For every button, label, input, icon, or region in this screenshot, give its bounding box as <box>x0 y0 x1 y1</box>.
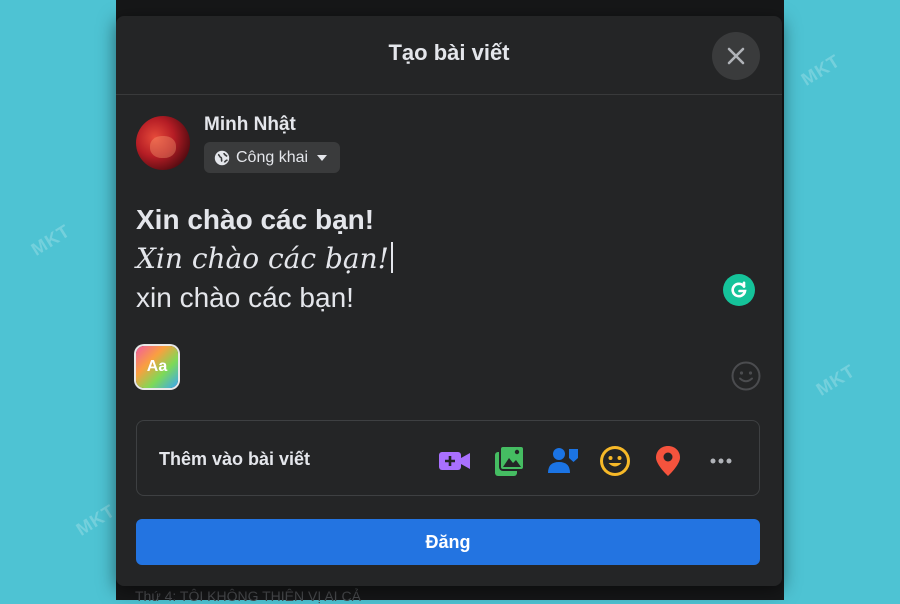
photo-icon[interactable] <box>491 443 527 479</box>
background-post-text: Thứ 4: TÔI KHÔNG THIÊN VỊ AI CẢ <box>135 588 361 604</box>
avatar[interactable] <box>136 116 190 170</box>
watermark: MKT <box>797 50 844 90</box>
emoji-picker-icon[interactable] <box>730 360 762 397</box>
tag-people-icon[interactable] <box>545 443 581 479</box>
caret-down-icon <box>316 154 328 162</box>
feeling-icon[interactable] <box>597 443 633 479</box>
user-name[interactable]: Minh Nhật <box>204 114 296 136</box>
watermark: MKT <box>812 360 859 400</box>
text-style-label: Aa <box>146 358 168 375</box>
privacy-label: Công khai <box>236 148 309 166</box>
video-camera-icon[interactable] <box>437 443 473 479</box>
location-pin-icon[interactable] <box>650 443 686 479</box>
post-line-italic: Xin chào các bạn! <box>136 239 722 278</box>
text-cursor <box>390 242 393 273</box>
close-button[interactable] <box>712 32 760 80</box>
dialog-title: Tạo bài viết <box>388 40 510 65</box>
post-line-regular: xin chào các bạn! <box>136 282 354 313</box>
post-text-input[interactable]: Xin chào các bạn! Xin chào các bạn! xin … <box>136 200 722 317</box>
create-post-dialog: Tạo bài viết Minh Nhật Công khai Xin chà… <box>116 16 782 586</box>
dialog-header: Tạo bài viết <box>116 16 782 95</box>
post-line-italic-text: Xin chào các bạn! <box>136 242 389 275</box>
add-to-post-bar: Thêm vào bài viết <box>136 420 760 496</box>
watermark: MKT <box>72 500 119 540</box>
globe-icon <box>214 150 230 166</box>
grammarly-icon[interactable] <box>723 274 755 306</box>
more-options-icon[interactable] <box>703 443 739 479</box>
privacy-selector-button[interactable]: Công khai <box>204 142 341 173</box>
post-line-bold: Xin chào các bạn! <box>136 204 375 235</box>
close-icon <box>727 47 745 65</box>
watermark: MKT <box>27 220 74 260</box>
add-to-post-label: Thêm vào bài viết <box>159 449 311 469</box>
text-style-button[interactable]: Aa <box>136 346 178 388</box>
post-submit-button[interactable]: Đăng <box>136 519 760 565</box>
